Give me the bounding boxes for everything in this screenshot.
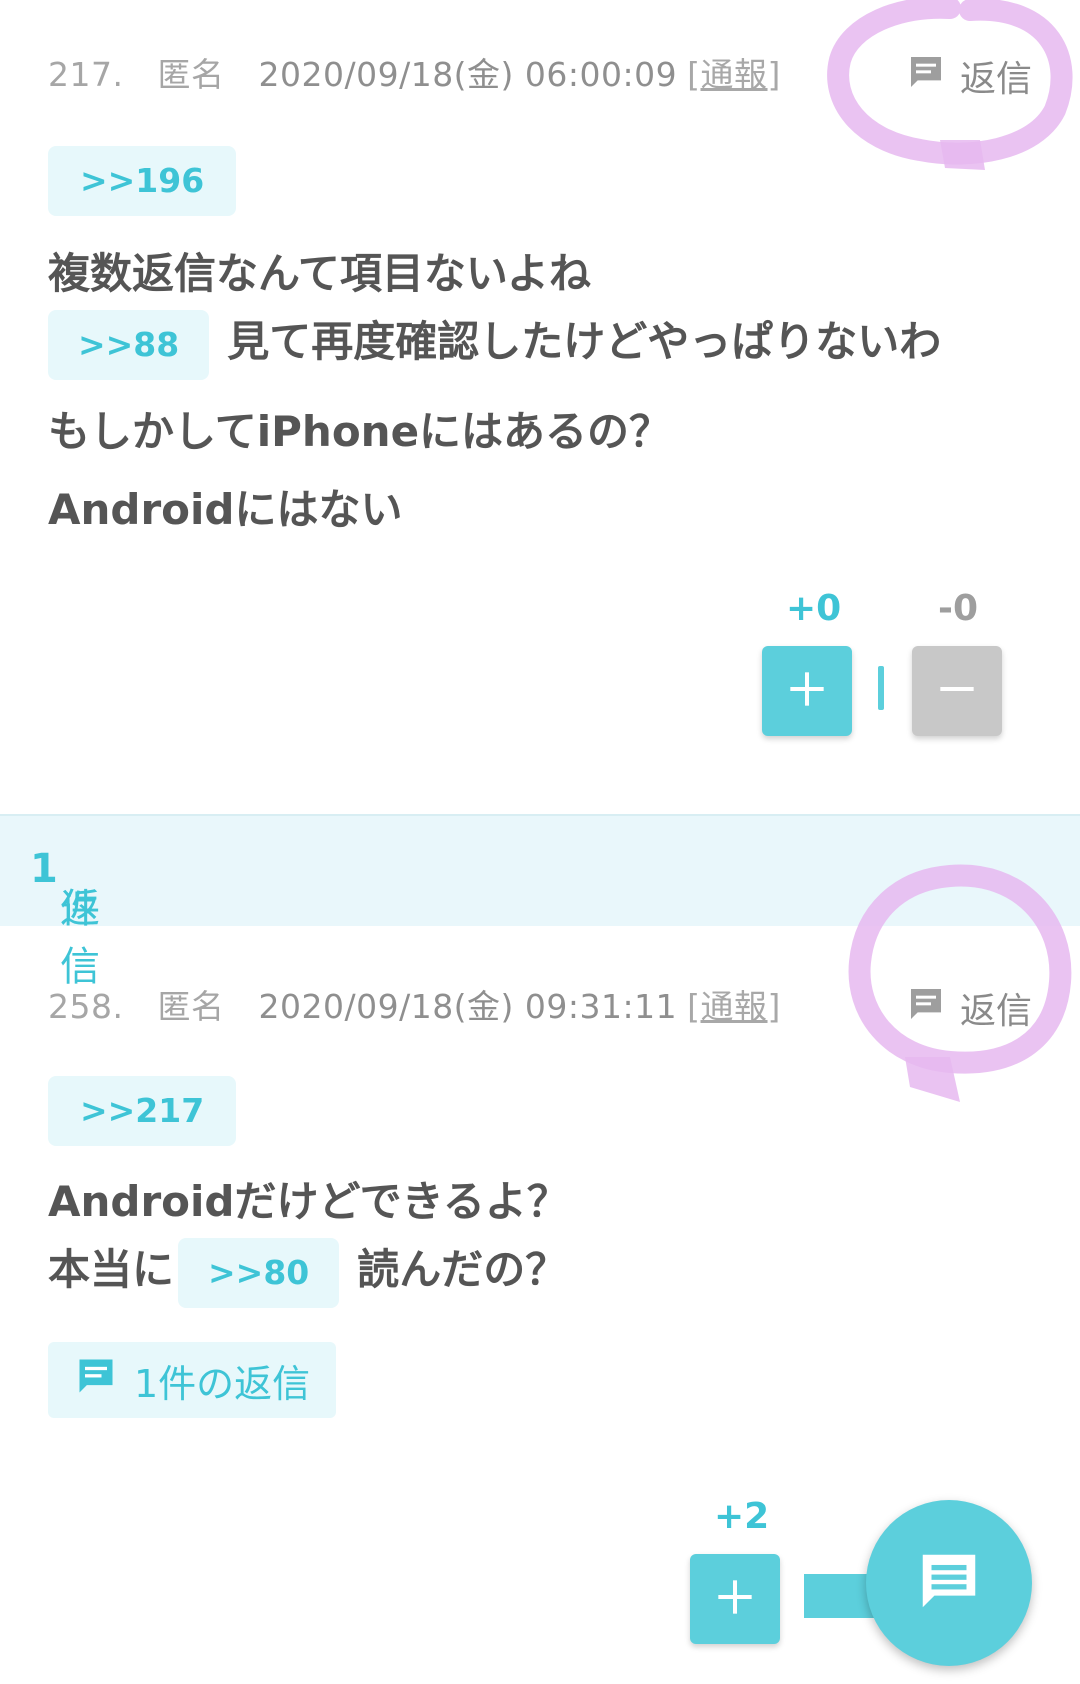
report-link[interactable]: [通報] <box>687 55 781 94</box>
post-body-line: 複数返信なんて項目ないよね <box>48 249 592 298</box>
post-body-line: Androidにはない <box>48 485 403 534</box>
reply-button[interactable]: 返信 <box>906 50 1032 102</box>
post-number: 258. <box>48 987 124 1026</box>
plus-icon <box>787 669 827 713</box>
message-icon <box>914 1546 984 1620</box>
post-number: 217. <box>48 55 124 94</box>
compose-fab[interactable] <box>866 1500 1032 1666</box>
replies-header: 返信 1 件 <box>0 814 1080 990</box>
comment-icon <box>906 52 946 101</box>
reply-button[interactable]: 返信 <box>906 982 1032 1034</box>
post-datetime: 2020/09/18(金) 06:00:09 <box>258 55 678 94</box>
post-meta: 258. 匿名 2020/09/18(金) 09:31:11 [通報] <box>48 980 781 1028</box>
comment-icon <box>906 984 946 1033</box>
vote-ratio-bar <box>878 666 884 710</box>
anchor-link[interactable]: >>80 <box>178 1237 340 1308</box>
reply-label: 返信 <box>960 59 1033 100</box>
plus-button[interactable] <box>762 646 852 736</box>
post-body-line: Androidだけどできるよ？ <box>48 1177 569 1226</box>
reply-count-button[interactable]: 1件の返信 <box>48 1342 337 1418</box>
plus-count: +2 <box>714 1496 770 1537</box>
comment-icon <box>74 1354 118 1407</box>
reply-label: 返信 <box>960 991 1033 1032</box>
post-body-line: 本当に >>80 読んだの？ <box>48 1236 567 1308</box>
anchor-link[interactable]: >>88 <box>48 309 210 380</box>
post-body-line: もしかしてiPhoneにはあるの？ <box>48 407 672 456</box>
plus-count: +0 <box>786 588 842 629</box>
post-body-line: >>88 見て再度確認したけどやっぱりないわ <box>48 308 941 380</box>
minus-icon <box>937 669 977 713</box>
anchor-link[interactable]: >>196 <box>48 146 237 216</box>
poster-name: 匿名 <box>157 55 225 94</box>
report-link[interactable]: [通報] <box>687 987 781 1026</box>
replies-header-label: 返信 1 件 <box>30 846 100 990</box>
post-meta: 217. 匿名 2020/09/18(金) 06:00:09 [通報] <box>48 48 781 96</box>
minus-count: -0 <box>938 588 978 629</box>
plus-button[interactable] <box>690 1554 780 1644</box>
reply-count-label: 1件の返信 <box>134 1361 311 1406</box>
minus-button[interactable] <box>912 646 1002 736</box>
anchor-link[interactable]: >>217 <box>48 1076 237 1146</box>
post-datetime: 2020/09/18(金) 09:31:11 <box>258 987 678 1026</box>
plus-icon <box>715 1577 755 1621</box>
poster-name: 匿名 <box>157 987 225 1026</box>
